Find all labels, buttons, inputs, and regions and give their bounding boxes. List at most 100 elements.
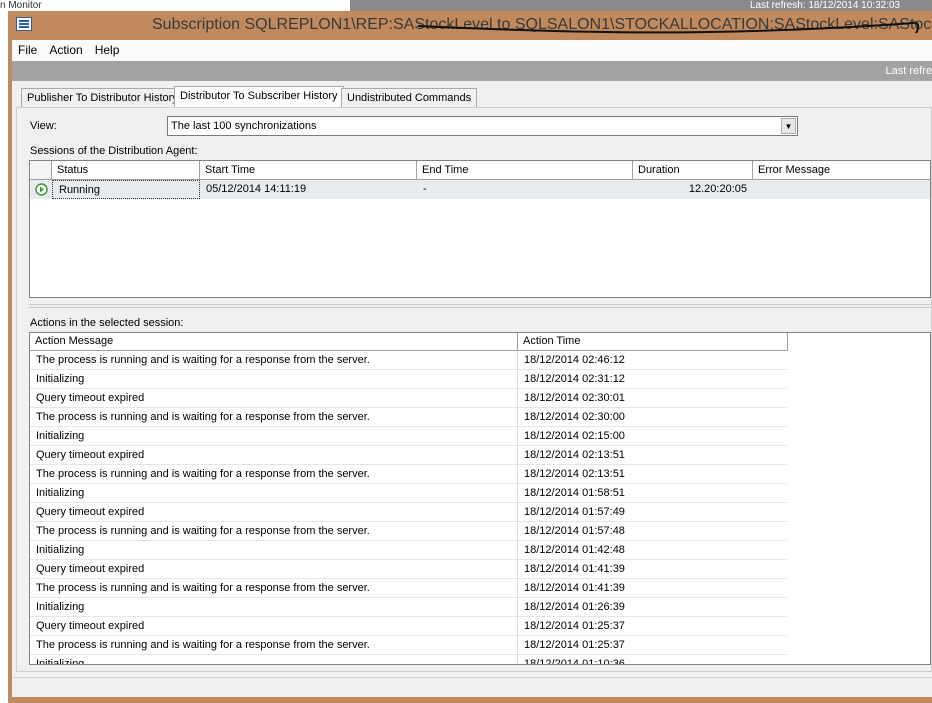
- session-start-time: 05/12/2014 14:11:19: [206, 183, 307, 195]
- action-time: 18/12/2014 02:13:51: [524, 449, 625, 461]
- column-divider: [517, 522, 518, 541]
- action-message: Query timeout expired: [36, 449, 145, 461]
- session-end-time: -: [423, 183, 427, 195]
- last-refresh-label: Last refre: [885, 65, 932, 77]
- client-area: File Action Help Last refre Publisher To D…: [12, 40, 932, 697]
- action-row[interactable]: Query timeout expired 18/12/2014 01:57:49: [30, 503, 787, 522]
- action-time: 18/12/2014 02:46:12: [524, 354, 625, 366]
- column-divider: [517, 541, 518, 560]
- session-duration: 12.20:20:05: [688, 183, 747, 195]
- action-row[interactable]: The process is running and is waiting fo…: [30, 408, 787, 427]
- actions-label: Actions in the selected session:: [30, 317, 184, 329]
- view-label: View:: [30, 120, 57, 132]
- column-divider: [517, 427, 518, 446]
- app-icon[interactable]: [16, 17, 32, 31]
- session-row[interactable]: Running 05/12/2014 14:11:19 - 12.20:20:0…: [30, 180, 930, 199]
- status-bar: [12, 677, 932, 697]
- action-message: Query timeout expired: [36, 620, 145, 632]
- action-message: Initializing: [36, 601, 85, 613]
- action-row[interactable]: Initializing 18/12/2014 01:26:39: [30, 598, 787, 617]
- action-row[interactable]: The process is running and is waiting fo…: [30, 636, 787, 655]
- action-time: 18/12/2014 01:26:39: [524, 601, 625, 613]
- action-row[interactable]: The process is running and is waiting fo…: [30, 351, 787, 370]
- action-row[interactable]: Query timeout expired 18/12/2014 02:30:01: [30, 389, 787, 408]
- title-bar[interactable]: Subscription SQLREPLON1\REP:SAStockLevel…: [8, 11, 932, 40]
- action-message: Initializing: [36, 430, 85, 442]
- column-header-action-time[interactable]: Action Time: [518, 333, 788, 351]
- menu-file[interactable]: File: [12, 40, 43, 57]
- action-time: 18/12/2014 02:15:00: [524, 430, 625, 442]
- action-message: The process is running and is waiting fo…: [36, 582, 370, 594]
- action-row[interactable]: Query timeout expired 18/12/2014 01:25:37: [30, 617, 787, 636]
- column-divider: [517, 446, 518, 465]
- column-divider: [517, 370, 518, 389]
- action-time: 18/12/2014 01:58:51: [524, 487, 625, 499]
- menu-bar: File Action Help: [12, 40, 932, 61]
- action-message: Initializing: [36, 658, 85, 665]
- action-time: 18/12/2014 01:25:37: [524, 639, 625, 651]
- actions-rows: The process is running and is waiting fo…: [30, 351, 930, 665]
- action-time: 18/12/2014 02:13:51: [524, 468, 625, 480]
- column-header-duration[interactable]: Duration: [633, 161, 753, 180]
- action-message: The process is running and is waiting fo…: [36, 525, 370, 537]
- action-time: 18/12/2014 01:57:49: [524, 506, 625, 518]
- background-refresh-bar: Last refresh: 18/12/2014 10:32:03: [350, 0, 932, 11]
- column-divider: [517, 579, 518, 598]
- tab-publisher-to-distributor[interactable]: Publisher To Distributor History: [21, 88, 184, 107]
- view-select[interactable]: The last 100 synchronizations ▼: [167, 116, 798, 136]
- session-error-message: [753, 180, 765, 186]
- action-message: Query timeout expired: [36, 392, 145, 404]
- action-message: The process is running and is waiting fo…: [36, 468, 370, 480]
- action-row[interactable]: Query timeout expired 18/12/2014 01:41:39: [30, 560, 787, 579]
- action-time: 18/12/2014 01:41:39: [524, 563, 625, 575]
- session-status: Running: [52, 180, 200, 199]
- action-time: 18/12/2014 01:41:39: [524, 582, 625, 594]
- sessions-grid: Status Start Time End Time Duration Erro…: [29, 160, 931, 298]
- action-row[interactable]: The process is running and is waiting fo…: [30, 522, 787, 541]
- action-message: The process is running and is waiting fo…: [36, 639, 370, 651]
- row-header-corner: [30, 161, 52, 180]
- action-time: 18/12/2014 02:30:00: [524, 411, 625, 423]
- action-message: Query timeout expired: [36, 563, 145, 575]
- action-message: The process is running and is waiting fo…: [36, 354, 370, 366]
- view-select-value: The last 100 synchronizations: [171, 120, 317, 132]
- splitter[interactable]: [29, 304, 931, 308]
- action-time: 18/12/2014 01:57:48: [524, 525, 625, 537]
- column-divider: [517, 617, 518, 636]
- sessions-label: Sessions of the Distribution Agent:: [30, 145, 198, 157]
- tab-undistributed-commands[interactable]: Undistributed Commands: [341, 88, 478, 107]
- column-divider: [517, 503, 518, 522]
- action-message: The process is running and is waiting fo…: [36, 411, 370, 423]
- action-message: Query timeout expired: [36, 506, 145, 518]
- column-header-error-message[interactable]: Error Message: [753, 161, 930, 180]
- action-row[interactable]: The process is running and is waiting fo…: [30, 465, 787, 484]
- column-divider: [517, 598, 518, 617]
- chevron-down-icon[interactable]: ▼: [781, 118, 796, 134]
- tab-distributor-to-subscriber[interactable]: Distributor To Subscriber History: [174, 86, 344, 108]
- action-time: 18/12/2014 02:31:12: [524, 373, 625, 385]
- tab-panel: View: The last 100 synchronizations ▼ Se…: [16, 107, 932, 672]
- column-divider: [517, 484, 518, 503]
- column-divider: [517, 560, 518, 579]
- action-row[interactable]: Initializing 18/12/2014 01:58:51: [30, 484, 787, 503]
- action-row[interactable]: Initializing 18/12/2014 01:10:36: [30, 655, 787, 665]
- action-time: 18/12/2014 02:30:01: [524, 392, 625, 404]
- column-header-status[interactable]: Status: [52, 161, 200, 180]
- action-time: 18/12/2014 01:42:48: [524, 544, 625, 556]
- menu-action[interactable]: Action: [43, 40, 88, 57]
- action-row[interactable]: The process is running and is waiting fo…: [30, 579, 787, 598]
- action-row[interactable]: Initializing 18/12/2014 01:42:48: [30, 541, 787, 560]
- action-row[interactable]: Initializing 18/12/2014 02:15:00: [30, 427, 787, 446]
- column-header-start-time[interactable]: Start Time: [200, 161, 417, 180]
- column-header-action-message[interactable]: Action Message: [30, 333, 518, 351]
- action-row[interactable]: Query timeout expired 18/12/2014 02:13:51: [30, 446, 787, 465]
- action-message: Initializing: [36, 544, 85, 556]
- column-divider: [517, 351, 518, 370]
- column-divider: [517, 655, 518, 664]
- column-divider: [517, 389, 518, 408]
- column-header-end-time[interactable]: End Time: [417, 161, 633, 180]
- menu-help[interactable]: Help: [89, 40, 126, 57]
- background-last-refresh: Last refresh: 18/12/2014 10:32:03: [750, 0, 901, 11]
- action-row[interactable]: Initializing 18/12/2014 02:31:12: [30, 370, 787, 389]
- background-title: n Monitor: [0, 0, 42, 11]
